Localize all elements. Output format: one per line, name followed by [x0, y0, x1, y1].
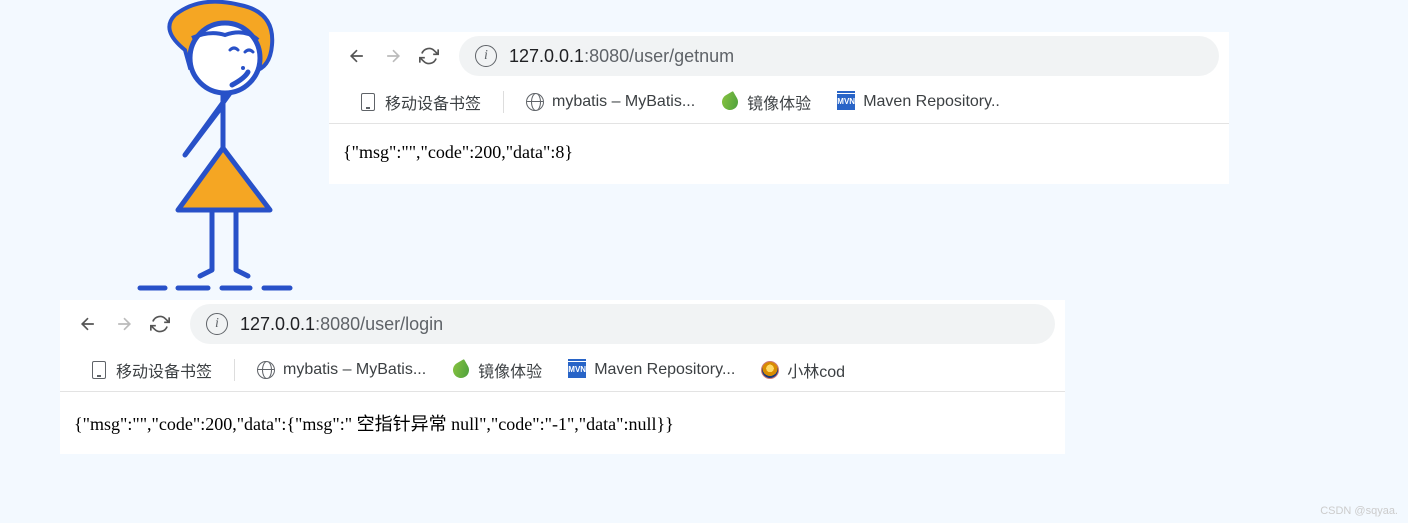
- bookmark-label: mybatis – MyBatis...: [552, 93, 695, 111]
- reload-button[interactable]: [411, 38, 447, 74]
- reload-button[interactable]: [142, 306, 178, 342]
- cartoon-figure: [130, 0, 320, 300]
- bookmark-xiaolin[interactable]: 小林cod: [751, 354, 855, 386]
- url-path: /user/getnum: [629, 46, 734, 67]
- globe-icon: [526, 93, 544, 111]
- bookmark-maven[interactable]: MVN Maven Repository..: [827, 89, 1010, 115]
- site-info-icon[interactable]: i: [475, 45, 497, 67]
- bookmark-mirror[interactable]: 镜像体验: [442, 354, 552, 386]
- address-bar[interactable]: i 127.0.0.1:8080/user/getnum: [459, 36, 1219, 76]
- nav-bar: i 127.0.0.1:8080/user/login: [60, 300, 1065, 348]
- back-button[interactable]: [70, 306, 106, 342]
- mobile-icon: [90, 361, 108, 379]
- mobile-icon: [359, 93, 377, 111]
- bookmark-mybatis[interactable]: mybatis – MyBatis...: [516, 89, 705, 115]
- site-info-icon[interactable]: i: [206, 313, 228, 335]
- leaf-icon: [452, 361, 470, 379]
- mvn-icon: MVN: [837, 93, 855, 111]
- avatar-icon: [761, 361, 779, 379]
- bookmarks-bar: 移动设备书签 mybatis – MyBatis... 镜像体验 MVN Mav…: [329, 80, 1229, 124]
- bookmark-mybatis[interactable]: mybatis – MyBatis...: [247, 357, 436, 383]
- forward-button[interactable]: [106, 306, 142, 342]
- url-path: /user/login: [360, 314, 443, 335]
- url-port: :8080: [315, 314, 360, 335]
- bookmark-label: 镜像体验: [747, 90, 811, 114]
- bookmark-maven[interactable]: MVN Maven Repository...: [558, 357, 745, 383]
- page-content: {"msg":"","code":200,"data":{"msg":" 空指针…: [60, 392, 1065, 454]
- forward-button[interactable]: [375, 38, 411, 74]
- bookmark-label: mybatis – MyBatis...: [283, 361, 426, 379]
- address-bar[interactable]: i 127.0.0.1:8080/user/login: [190, 304, 1055, 344]
- watermark: CSDN @sqyaa.: [1320, 505, 1398, 517]
- bookmark-label: 镜像体验: [478, 358, 542, 382]
- mvn-icon: MVN: [568, 361, 586, 379]
- bookmark-mobile[interactable]: 移动设备书签: [349, 86, 491, 118]
- bookmark-mobile[interactable]: 移动设备书签: [80, 354, 222, 386]
- url-host: 127.0.0.1: [509, 46, 584, 67]
- divider: [503, 91, 504, 113]
- url-host: 127.0.0.1: [240, 314, 315, 335]
- bookmark-label: Maven Repository..: [863, 93, 1000, 111]
- bookmarks-bar: 移动设备书签 mybatis – MyBatis... 镜像体验 MVN Mav…: [60, 348, 1065, 392]
- browser-window-1: i 127.0.0.1:8080/user/getnum 移动设备书签 myba…: [329, 32, 1229, 184]
- back-button[interactable]: [339, 38, 375, 74]
- globe-icon: [257, 361, 275, 379]
- bookmark-label: Maven Repository...: [594, 361, 735, 379]
- bookmark-label: 小林cod: [787, 358, 845, 382]
- bookmark-label: 移动设备书签: [385, 90, 481, 114]
- bookmark-label: 移动设备书签: [116, 358, 212, 382]
- bookmark-mirror[interactable]: 镜像体验: [711, 86, 821, 118]
- leaf-icon: [721, 93, 739, 111]
- page-content: {"msg":"","code":200,"data":8}: [329, 124, 1229, 184]
- browser-window-2: i 127.0.0.1:8080/user/login 移动设备书签 mybat…: [60, 300, 1065, 454]
- url-port: :8080: [584, 46, 629, 67]
- divider: [234, 359, 235, 381]
- nav-bar: i 127.0.0.1:8080/user/getnum: [329, 32, 1229, 80]
